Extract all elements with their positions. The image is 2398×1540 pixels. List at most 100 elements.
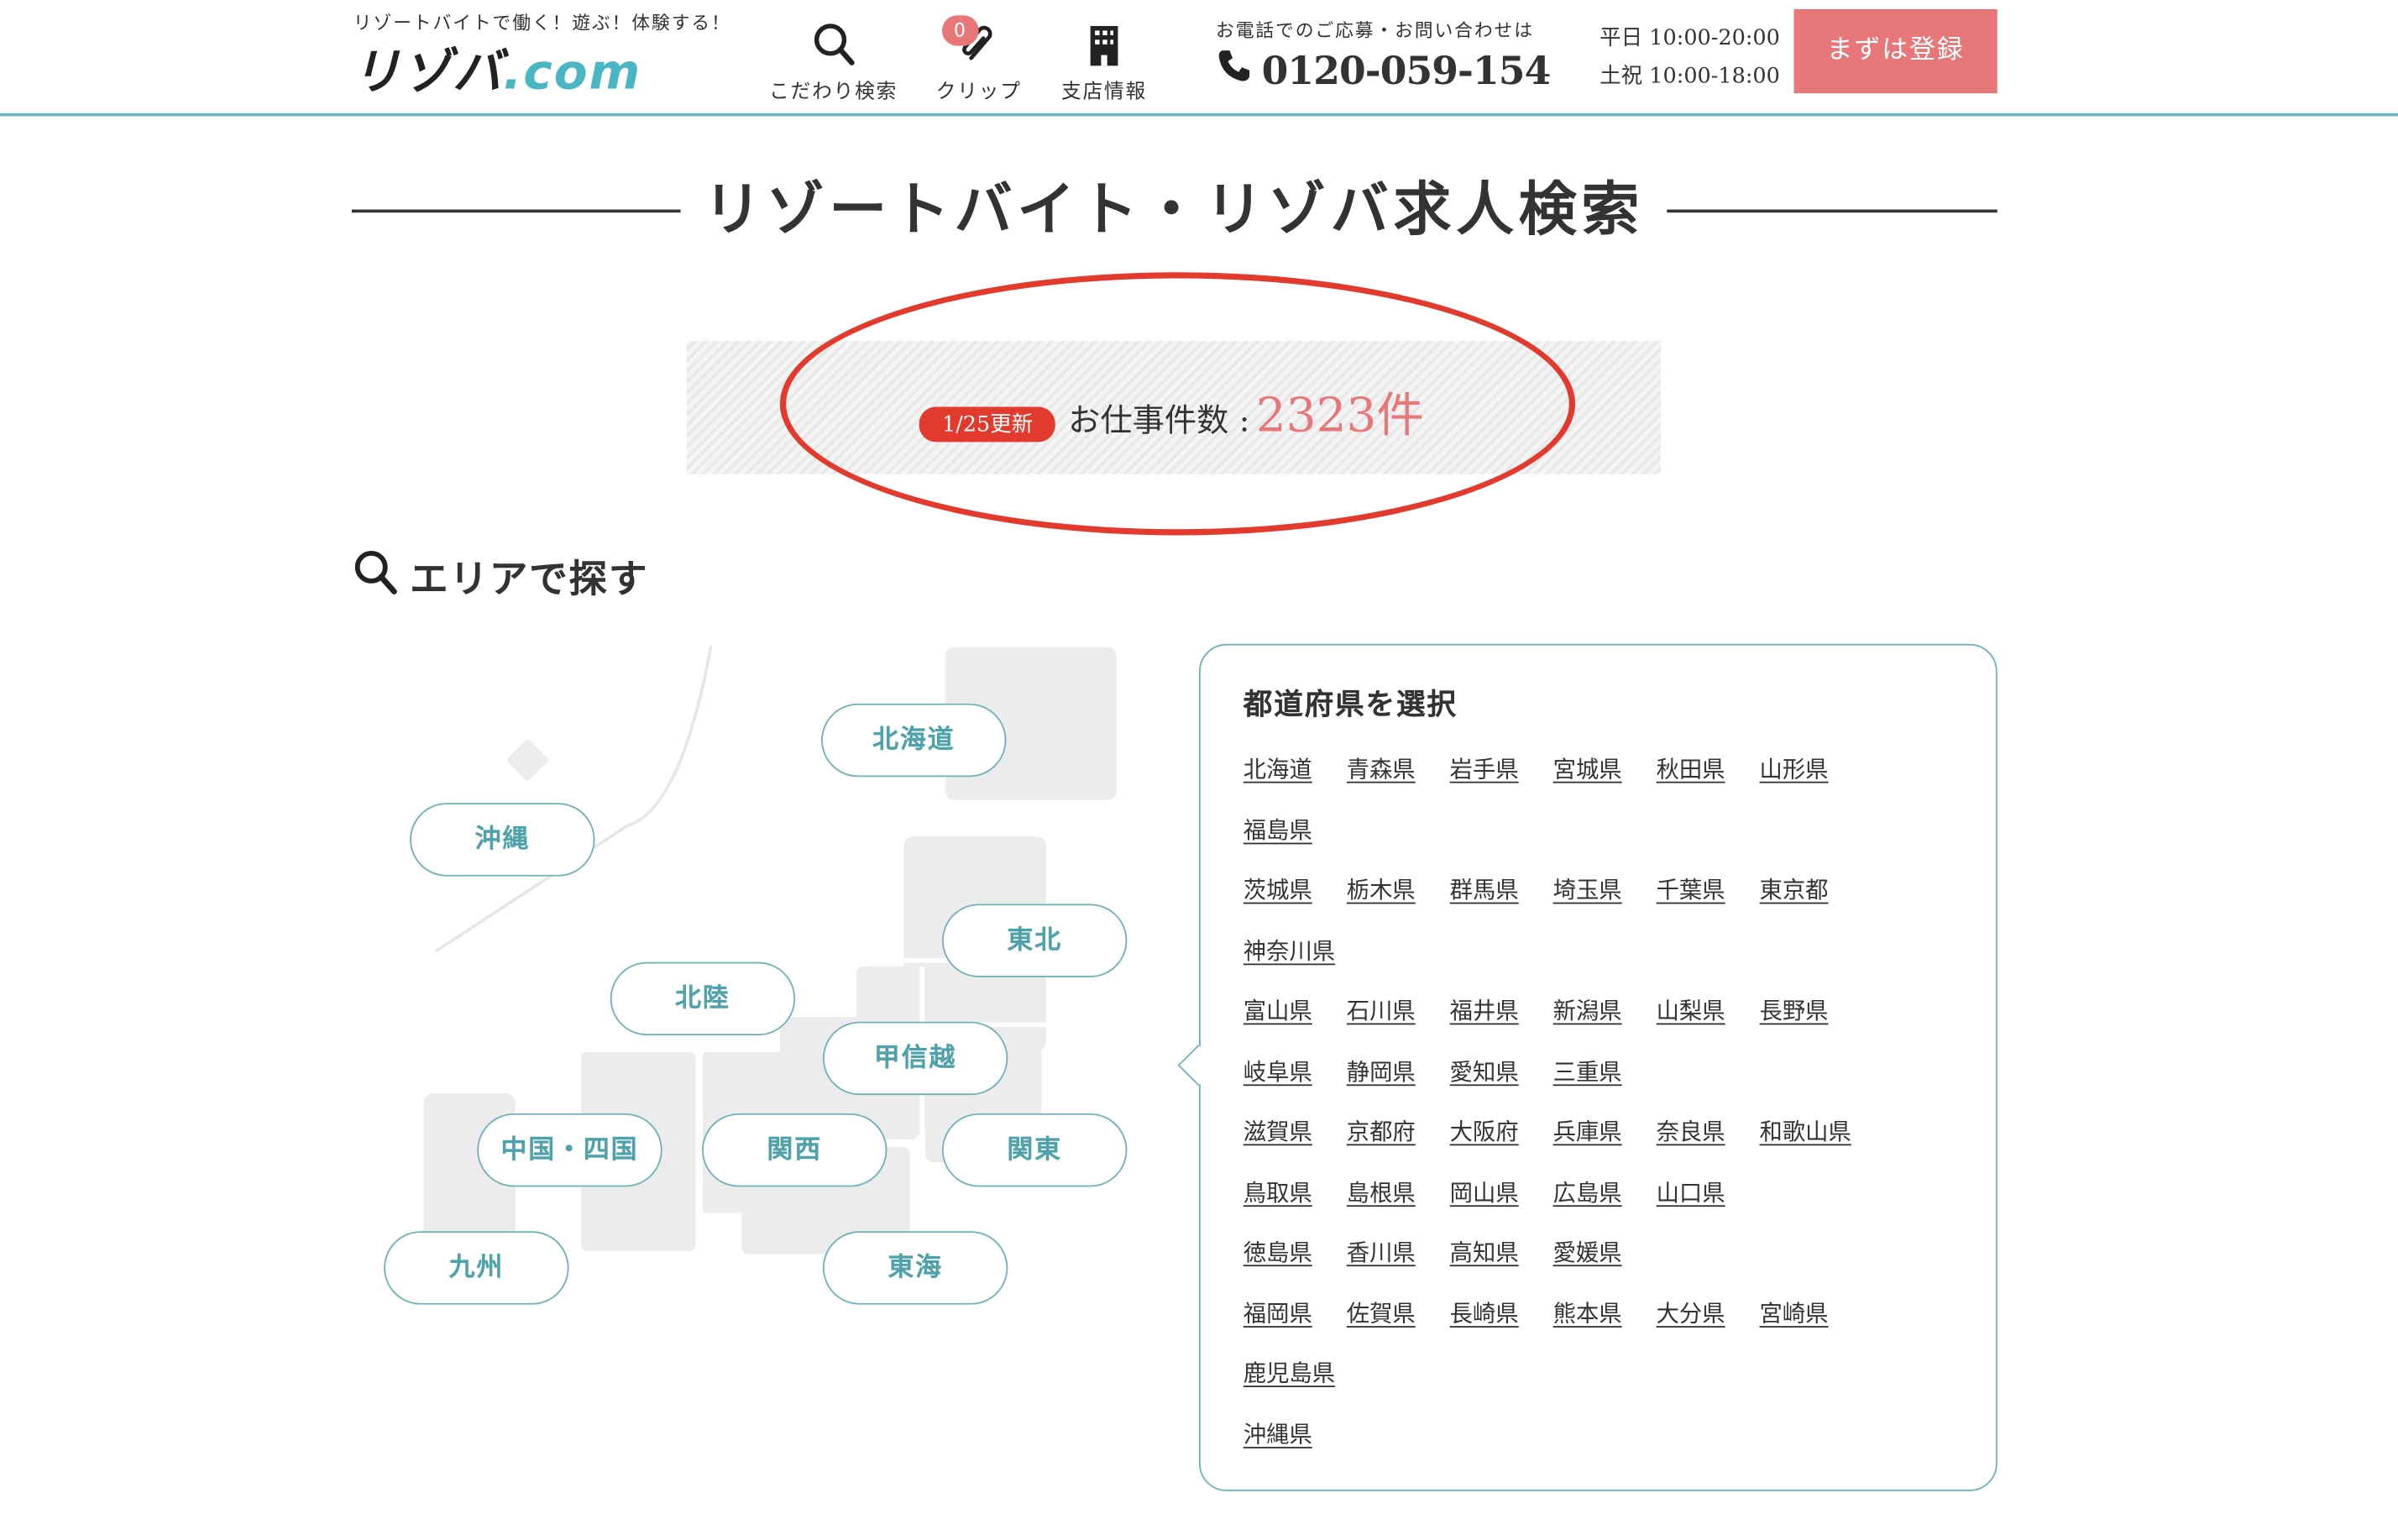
logo-text: リゾバ [351,42,504,102]
prefecture-link[interactable]: 岡山県 [1450,1176,1553,1236]
prefecture-link[interactable]: 北海道 [1244,752,1347,813]
prefecture-link[interactable]: 茨城県 [1244,873,1347,934]
prefecture-link[interactable]: 新潟県 [1553,994,1657,1055]
prefecture-link[interactable]: 滋賀県 [1244,1115,1347,1176]
prefecture-panel: 都道府県を選択 北海道 青森県 岩手県 宮城県 秋田県 山形県 福島県 茨城県 栃木県 群馬県 埼玉… [1177,643,1997,1491]
nav-label: こだわり検索 [769,81,898,104]
prefecture-link[interactable]: 徳島県 [1244,1236,1347,1296]
nav-detailed-search[interactable]: こだわり検索 [769,21,898,104]
prefecture-row: 鹿児島県 [1244,1357,1916,1417]
prefecture-link[interactable]: 宮崎県 [1760,1296,1863,1357]
nav-branch-info[interactable]: 支店情報 [1061,21,1148,104]
prefecture-row: 福島県 [1244,813,1916,873]
prefecture-link[interactable]: 山梨県 [1657,994,1760,1055]
prefecture-link[interactable]: 静岡県 [1347,1055,1450,1115]
prefecture-link[interactable]: 奈良県 [1657,1115,1760,1176]
clip-count-badge: 0 [941,15,979,46]
prefecture-link[interactable]: 高知県 [1450,1236,1553,1296]
prefecture-link[interactable]: 広島県 [1553,1176,1657,1236]
prefecture-link[interactable]: 東京都 [1760,873,1863,934]
region-tohoku-button[interactable]: 東北 [941,904,1128,977]
clip-icon: 0 [936,15,1022,67]
site-logo[interactable]: リゾバ.com [352,34,641,104]
site-header: リゾートバイトで働く！遊ぶ！体験する！ リゾバ.com こだわり検索 0 クリッ… [0,0,2398,117]
region-tokai-button[interactable]: 東海 [822,1231,1008,1305]
region-koshinetsu-button[interactable]: 甲信越 [822,1021,1008,1096]
holiday-hours: 土祝 10:00-18:00 [1600,64,1780,89]
prefecture-link[interactable]: 福岡県 [1244,1296,1347,1357]
prefecture-row: 鳥取県 島根県 岡山県 広島県 山口県 [1244,1176,1916,1236]
area-search-heading: エリアで探す [352,547,648,605]
prefecture-link[interactable]: 熊本県 [1553,1296,1657,1357]
highlight-annotation [779,272,1576,536]
prefecture-link[interactable]: 岐阜県 [1244,1055,1347,1115]
prefecture-link[interactable]: 栃木県 [1347,873,1450,934]
prefecture-link[interactable]: 愛知県 [1450,1055,1553,1115]
prefecture-link[interactable]: 三重県 [1553,1055,1657,1115]
title-divider-right [1667,209,1997,212]
region-chugoku-shikoku-button[interactable]: 中国・四国 [477,1113,662,1187]
prefecture-link[interactable]: 富山県 [1244,994,1347,1055]
prefecture-link[interactable]: 青森県 [1347,752,1450,813]
japan-map: 北海道 沖縄 東北 北陸 甲信越 中国・四国 関西 関東 九州 東海 [352,642,1178,1361]
prefecture-link[interactable]: 佐賀県 [1347,1296,1450,1357]
prefecture-link[interactable]: 大阪府 [1450,1115,1553,1176]
prefecture-link[interactable]: 香川県 [1347,1236,1450,1296]
prefecture-row: 茨城県 栃木県 群馬県 埼玉県 千葉県 東京都 [1244,873,1916,934]
prefecture-panel-title: 都道府県を選択 [1243,688,1458,722]
region-kansai-button[interactable]: 関西 [702,1113,887,1187]
prefecture-link[interactable]: 宮城県 [1553,752,1657,813]
weekday-hours: 平日 10:00-20:00 [1600,25,1780,51]
prefecture-link[interactable]: 埼玉県 [1553,873,1657,934]
region-okinawa-button[interactable]: 沖縄 [410,803,595,877]
title-divider-left [351,209,681,212]
building-icon [1061,21,1147,67]
prefecture-link[interactable]: 山口県 [1657,1176,1760,1236]
logo-domain: .com [503,42,642,102]
region-kanto-button[interactable]: 関東 [941,1113,1128,1187]
prefecture-row: 神奈川県 [1244,934,1916,994]
nav-clip[interactable]: 0 クリップ [935,15,1022,104]
tagline: リゾートバイトで働く！遊ぶ！体験する！ [353,12,731,34]
prefecture-link[interactable]: 大分県 [1657,1296,1760,1357]
prefecture-link[interactable]: 島根県 [1347,1176,1450,1236]
prefecture-link[interactable]: 京都府 [1347,1115,1450,1176]
prefecture-link[interactable]: 和歌山県 [1760,1115,1863,1176]
page-title: リゾートバイト・リゾバ求人検索 [703,174,1645,244]
prefecture-link[interactable]: 石川県 [1347,994,1450,1055]
prefecture-link[interactable]: 鳥取県 [1244,1176,1347,1236]
prefecture-row: 岐阜県 静岡県 愛知県 三重県 [1244,1055,1916,1115]
prefecture-link[interactable]: 秋田県 [1657,752,1760,813]
search-icon [352,547,401,605]
region-hokuriku-button[interactable]: 北陸 [610,961,796,1036]
prefecture-row: 福岡県 佐賀県 長崎県 熊本県 大分県 宮崎県 [1244,1296,1916,1357]
phone-icon [1216,47,1253,93]
region-kyushu-button[interactable]: 九州 [384,1231,569,1305]
search-icon [769,21,898,67]
prefecture-link[interactable]: 沖縄県 [1244,1417,1347,1478]
prefecture-link[interactable]: 兵庫県 [1553,1115,1657,1176]
prefecture-link[interactable]: 千葉県 [1657,873,1760,934]
prefecture-link[interactable]: 岩手県 [1450,752,1553,813]
register-button[interactable]: まずは登録 [1793,8,1997,94]
prefecture-row: 滋賀県 京都府 大阪府 兵庫県 奈良県 和歌山県 [1244,1115,1916,1176]
prefecture-link[interactable]: 鹿児島県 [1244,1357,1347,1417]
prefecture-link[interactable]: 群馬県 [1450,873,1553,934]
prefecture-link[interactable]: 長崎県 [1450,1296,1553,1357]
panel-pointer [1177,1045,1219,1087]
prefecture-row: 沖縄県 [1244,1417,1916,1478]
prefecture-link[interactable]: 長野県 [1760,994,1863,1055]
prefecture-row: 徳島県 香川県 高知県 愛媛県 [1244,1236,1916,1296]
prefecture-link[interactable]: 福島県 [1244,813,1347,873]
prefecture-link[interactable]: 福井県 [1450,994,1553,1055]
phone-text: 0120-059-154 [1261,48,1552,93]
prefecture-link[interactable]: 愛媛県 [1553,1236,1657,1296]
prefecture-link[interactable]: 山形県 [1760,752,1863,813]
region-hokkaido-button[interactable]: 北海道 [821,703,1007,778]
prefecture-link[interactable]: 神奈川県 [1244,934,1347,994]
nav-label: 支店情報 [1061,81,1148,104]
nav-label: クリップ [935,81,1022,104]
phone-number[interactable]: 0120-059-154 [1216,47,1552,93]
prefecture-row: 北海道 青森県 岩手県 宮城県 秋田県 山形県 [1244,752,1916,813]
prefecture-row: 富山県 石川県 福井県 新潟県 山梨県 長野県 [1244,994,1916,1055]
